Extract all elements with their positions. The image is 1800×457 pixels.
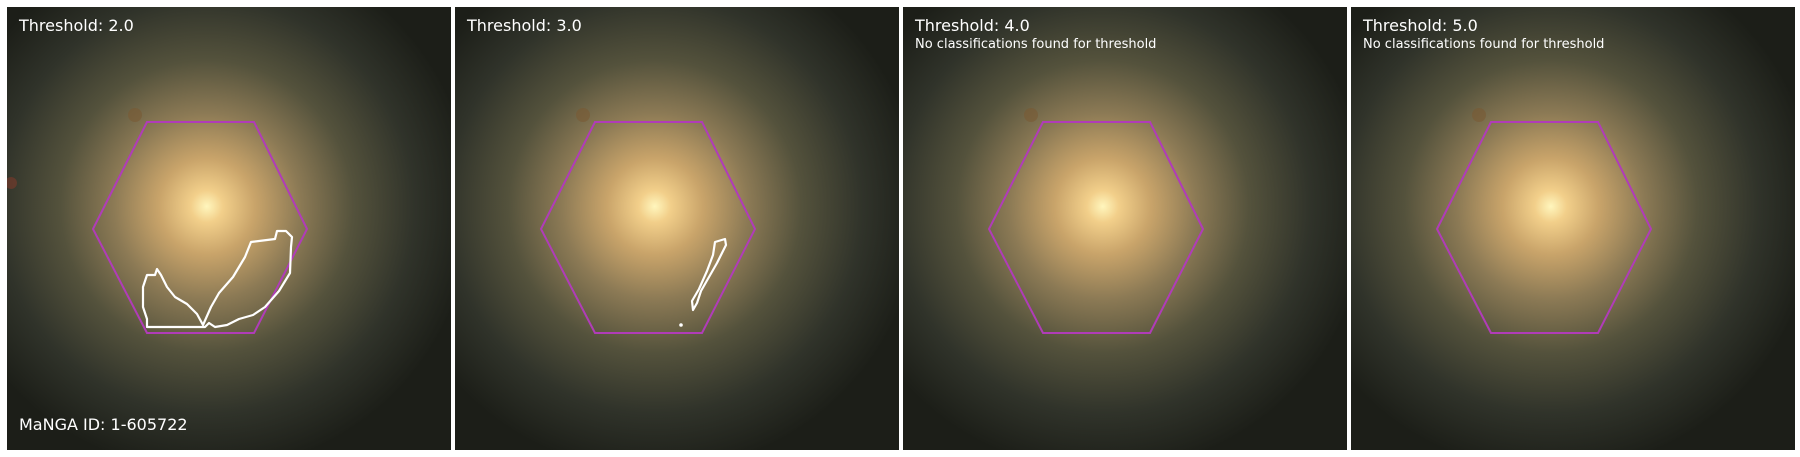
panel-title: Threshold: 3.0 xyxy=(467,16,582,35)
threshold-panel-2: Threshold: 2.0 MaNGA ID: 1-605722 xyxy=(7,7,451,450)
classification-dot xyxy=(679,323,683,327)
galaxy-image xyxy=(455,7,899,450)
galaxy-image xyxy=(1351,7,1795,450)
no-classification-note: No classifications found for threshold xyxy=(1363,37,1605,52)
panel-title: Threshold: 5.0 xyxy=(1363,16,1478,35)
no-classification-note: No classifications found for threshold xyxy=(915,37,1157,52)
panel-title: Threshold: 4.0 xyxy=(915,16,1030,35)
threshold-panel-3: Threshold: 3.0 xyxy=(455,7,899,450)
threshold-panel-5: Threshold: 5.0 No classifications found … xyxy=(1351,7,1795,450)
panel-title: Threshold: 2.0 xyxy=(19,16,134,35)
galaxy-image xyxy=(7,7,451,450)
manga-id-label: MaNGA ID: 1-605722 xyxy=(19,415,188,434)
galaxy-image xyxy=(903,7,1347,450)
threshold-panel-4: Threshold: 4.0 No classifications found … xyxy=(903,7,1347,450)
